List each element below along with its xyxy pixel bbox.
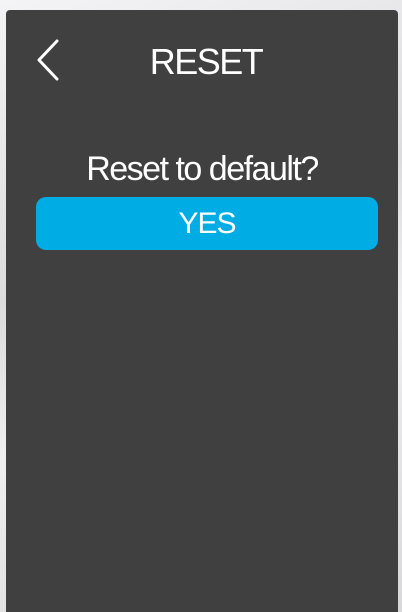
reset-prompt: Reset to default? [86, 150, 319, 188]
chevron-left-icon [37, 39, 59, 81]
header: RESET [6, 10, 398, 110]
back-button[interactable] [28, 38, 68, 82]
device-screen: RESET Reset to default? YES [6, 10, 398, 612]
page-title: RESET [149, 41, 264, 82]
yes-button[interactable]: YES [36, 197, 378, 250]
